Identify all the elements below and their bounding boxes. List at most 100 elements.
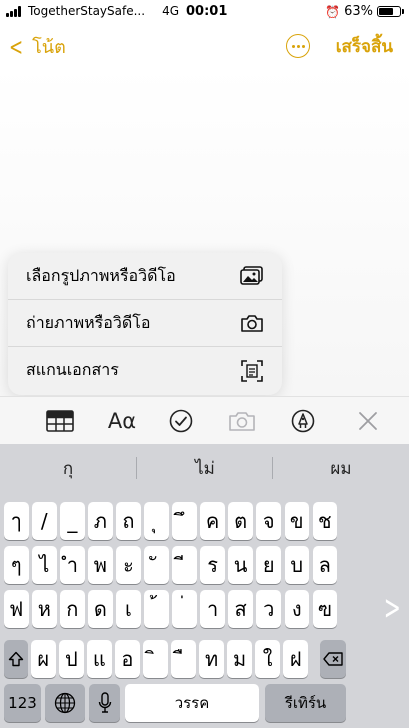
status-bar: TogetherStaySafe... 4G 00:01 ⏰ 63%	[0, 0, 409, 26]
key-1-11[interactable]: ล	[312, 546, 338, 584]
key-0-8[interactable]: ต	[228, 502, 253, 540]
table-button[interactable]	[45, 407, 75, 435]
camera-icon	[229, 412, 255, 431]
photo-library-icon	[239, 265, 265, 287]
key-3-2[interactable]: แ	[87, 640, 112, 678]
battery-icon	[377, 6, 404, 17]
shift-key[interactable]	[4, 640, 28, 678]
key-0-0[interactable]: ๅ	[4, 502, 29, 540]
key-3-4[interactable]: ิ	[143, 640, 168, 678]
numbers-key[interactable]: 123	[4, 684, 41, 722]
carrier-name: TogetherStaySafe...	[28, 4, 146, 18]
predictive-text-bar: กุ ไม่ ผม	[0, 444, 409, 492]
text-style-button[interactable]: Aα	[104, 407, 140, 435]
key-0-2[interactable]: _	[60, 502, 85, 540]
format-toolbar: Aα	[0, 396, 409, 444]
prediction-2[interactable]: ไม่	[137, 444, 273, 492]
markup-icon	[291, 409, 315, 433]
globe-key[interactable]	[45, 684, 85, 722]
menu-item-label: เลือกรูปภาพหรือวิดีโอ	[26, 265, 176, 285]
key-2-2[interactable]: ก	[60, 590, 85, 628]
shift-icon	[8, 651, 24, 667]
clock: 00:01	[186, 4, 228, 19]
more-options-button[interactable]	[286, 34, 310, 58]
microphone-icon	[98, 692, 111, 713]
key-2-4[interactable]: เ	[116, 590, 141, 628]
checklist-icon	[169, 409, 193, 433]
prediction-3[interactable]: ผม	[273, 444, 409, 492]
markup-button[interactable]	[290, 407, 316, 435]
key-1-6[interactable]: ี	[172, 546, 197, 584]
key-2-10[interactable]: ง	[284, 590, 309, 628]
attachment-menu: เลือกรูปภาพหรือวิดีโอ ถ่ายภาพหรือวิดีโอ …	[8, 253, 282, 395]
key-2-1[interactable]: ห	[32, 590, 57, 628]
key-2-0[interactable]: ฟ	[4, 590, 29, 628]
dictation-key[interactable]	[89, 684, 120, 722]
key-2-5[interactable]: ้	[144, 590, 169, 628]
key-0-4[interactable]: ถ	[116, 502, 141, 540]
key-2-8[interactable]: ส	[228, 590, 253, 628]
key-1-5[interactable]: ั	[144, 546, 169, 584]
network-type: 4G	[162, 4, 179, 18]
prediction-1[interactable]: กุ	[0, 444, 136, 492]
done-button[interactable]: เสร็จสิ้น	[336, 33, 393, 60]
checklist-button[interactable]	[168, 407, 194, 435]
key-2-3[interactable]: ด	[88, 590, 113, 628]
menu-item-label: ถ่ายภาพหรือวิดีโอ	[26, 312, 151, 332]
menu-item-label: สแกนเอกสาร	[26, 360, 119, 379]
scan-document-icon	[239, 359, 265, 382]
text-style-icon: Aα	[107, 409, 137, 433]
camera-icon	[239, 312, 265, 334]
key-1-4[interactable]: ะ	[116, 546, 141, 584]
key-0-5[interactable]: ุ	[144, 502, 169, 540]
key-2-11[interactable]: ฃ	[312, 590, 338, 628]
key-0-9[interactable]: จ	[256, 502, 281, 540]
key-3-8[interactable]: ใ	[255, 640, 280, 678]
menu-item-scan-document[interactable]: สแกนเอกสาร	[8, 347, 282, 394]
navigation-bar: < โน้ต เสร็จสิ้น	[0, 26, 409, 66]
key-1-9[interactable]: ย	[256, 546, 281, 584]
key-0-6[interactable]: ึ	[172, 502, 197, 540]
key-1-0[interactable]: ๆ	[4, 546, 29, 584]
key-1-1[interactable]: ไ	[32, 546, 57, 584]
thai-keyboard: กุ ไม่ ผม 123 วรรค รีเทิร์น > ๅ/_ภถุึคตจ…	[0, 444, 409, 728]
delete-key[interactable]	[320, 640, 346, 678]
space-key[interactable]: วรรค	[125, 684, 259, 722]
chevron-right-icon[interactable]: >	[384, 588, 401, 628]
camera-button[interactable]	[227, 407, 257, 435]
key-0-1[interactable]: /	[32, 502, 57, 540]
table-icon	[46, 410, 74, 432]
key-1-10[interactable]: บ	[284, 546, 309, 584]
cellular-signal-icon	[6, 5, 21, 17]
key-1-2[interactable]: ำ	[60, 546, 85, 584]
key-3-5[interactable]: ื	[171, 640, 196, 678]
key-0-10[interactable]: ข	[284, 502, 309, 540]
battery-percent: 63%	[344, 4, 373, 19]
back-button[interactable]: < โน้ต	[6, 32, 66, 61]
key-1-8[interactable]: น	[228, 546, 253, 584]
key-1-7[interactable]: ร	[200, 546, 225, 584]
close-icon	[359, 412, 377, 430]
menu-item-choose-photo[interactable]: เลือกรูปภาพหรือวิดีโอ	[8, 253, 282, 300]
key-3-7[interactable]: ม	[227, 640, 252, 678]
key-3-9[interactable]: ฝ	[283, 640, 308, 678]
key-0-7[interactable]: ค	[200, 502, 225, 540]
key-3-3[interactable]: อ	[115, 640, 140, 678]
globe-icon	[54, 692, 76, 714]
chevron-left-icon: <	[9, 32, 24, 61]
key-3-0[interactable]: ผ	[31, 640, 56, 678]
key-2-7[interactable]: า	[200, 590, 225, 628]
key-2-6[interactable]: ่	[172, 590, 197, 628]
key-2-9[interactable]: ว	[256, 590, 281, 628]
key-1-3[interactable]: พ	[88, 546, 113, 584]
return-key[interactable]: รีเทิร์น	[265, 684, 346, 722]
key-0-3[interactable]: ภ	[88, 502, 113, 540]
key-3-6[interactable]: ท	[199, 640, 224, 678]
delete-icon	[323, 652, 343, 666]
key-3-1[interactable]: ป	[59, 640, 84, 678]
alarm-icon: ⏰	[325, 4, 341, 19]
key-0-11[interactable]: ช	[312, 502, 338, 540]
menu-item-take-photo[interactable]: ถ่ายภาพหรือวิดีโอ	[8, 300, 282, 347]
back-label: โน้ต	[32, 37, 66, 58]
close-toolbar-button[interactable]	[356, 407, 380, 435]
